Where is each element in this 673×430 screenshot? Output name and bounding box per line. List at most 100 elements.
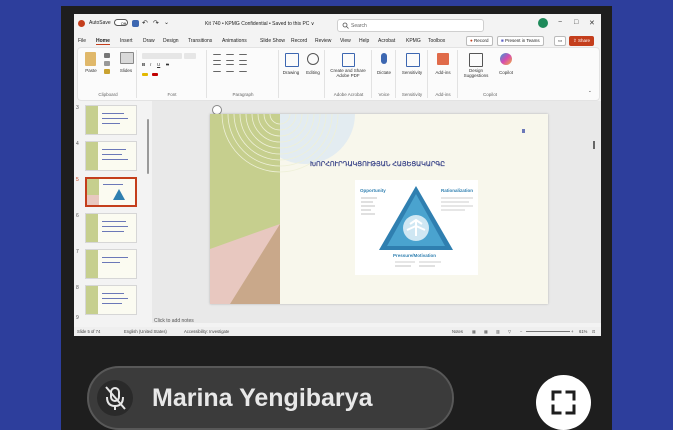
tab-review[interactable]: Review [315, 38, 331, 44]
tab-home[interactable]: Home [96, 38, 110, 45]
tab-record[interactable]: Record [291, 38, 307, 44]
redo-icon[interactable]: ↷ [153, 19, 159, 27]
tab-transitions[interactable]: Transitions [188, 38, 212, 44]
fullscreen-button[interactable] [536, 375, 591, 430]
current-slide[interactable]: ԽՈՐՀՈՒՐԴԱԿՑՈՒԹՅԱՆ ՀԱՅԵՑԱԿԱՐԳԸ Opportunit… [210, 114, 548, 304]
tab-help[interactable]: Help [359, 38, 369, 44]
font-size-box[interactable] [184, 53, 196, 59]
tab-file[interactable]: File [78, 38, 86, 44]
create-pdf-icon[interactable] [342, 53, 355, 67]
align-center-icon[interactable] [226, 64, 234, 72]
strikethrough-icon[interactable]: S [166, 62, 169, 67]
slide-scrollbar[interactable] [593, 141, 595, 149]
participant-name: Marina Yengibarya [152, 384, 373, 412]
shared-screen: AutoSave Off ↶ ↷ ⌄ Kit 740 • KPMG Confid… [74, 14, 601, 336]
comments-button[interactable]: ▭ [554, 36, 567, 46]
drawing-label: Drawing [282, 70, 300, 75]
participant-nameplate: Marina Yengibarya [87, 366, 454, 430]
fit-slide-icon[interactable]: ⊡ [592, 329, 596, 334]
reading-view-icon[interactable]: ▥ [496, 329, 500, 334]
fraud-triangle-diagram: Opportunity Rationalization Pressure/Mot… [355, 180, 478, 275]
status-bar: Slide 5 of 74 English (United States) Ac… [74, 327, 601, 336]
slide-thumbnail[interactable] [85, 249, 137, 279]
addins-icon[interactable] [437, 53, 449, 65]
zoom-slider[interactable] [526, 331, 570, 332]
slide-count: Slide 5 of 74 [77, 329, 101, 334]
paste-icon[interactable] [85, 52, 96, 66]
bullets-icon[interactable] [213, 54, 221, 61]
collapse-ribbon-icon[interactable]: ⌄ [588, 88, 592, 94]
new-slide-icon[interactable] [120, 52, 134, 64]
zoom-level[interactable]: 61% [579, 329, 587, 334]
drawing-icon[interactable] [285, 53, 299, 67]
share-icon: ⇪ [573, 38, 577, 43]
sensitivity-group-label: Sensitivity [401, 92, 423, 97]
format-painter-icon[interactable] [104, 69, 110, 74]
slide-thumbnail[interactable] [85, 285, 137, 315]
normal-view-icon[interactable]: ▦ [472, 329, 476, 334]
undo-icon[interactable]: ↶ [142, 19, 148, 27]
find-icon[interactable] [307, 53, 319, 65]
restore-button[interactable]: □ [574, 19, 578, 26]
accessibility-status[interactable]: Accessibility: Investigate [184, 329, 229, 334]
tab-design[interactable]: Design [163, 38, 179, 44]
tab-acrobat[interactable]: Acrobat [378, 38, 395, 44]
close-button[interactable]: ✕ [589, 19, 595, 27]
bold-icon[interactable]: B [142, 62, 145, 67]
addins-group-label: Add-ins [435, 92, 451, 97]
search-box[interactable]: Search [337, 19, 484, 32]
copilot-icon[interactable] [500, 53, 512, 65]
customize-toolbar-icon[interactable]: ⌄ [164, 19, 169, 26]
tab-draw[interactable]: Draw [143, 38, 155, 44]
zoom-out-icon[interactable]: − [520, 329, 522, 334]
notes-button[interactable]: Notes [452, 329, 463, 334]
autosave-toggle[interactable]: Off [114, 19, 128, 26]
avatar[interactable] [538, 18, 548, 28]
cut-icon[interactable] [104, 53, 110, 58]
slideshow-icon[interactable]: ▽ [508, 329, 511, 334]
copy-icon[interactable] [104, 61, 110, 66]
slide-thumbnail-selected[interactable] [85, 177, 137, 207]
tab-kpmg[interactable]: KPMG [406, 38, 421, 44]
present-in-teams-button[interactable]: ■ Present in Teams [497, 36, 544, 46]
share-button[interactable]: ⇪ Share [569, 36, 595, 46]
numbering-icon[interactable] [226, 54, 234, 61]
slide-title: ԽՈՐՀՈՒՐԴԱԿՑՈՒԹՅԱՆ ՀԱՅԵՑԱԿԱՐԳԸ [310, 161, 446, 168]
tab-toolbox[interactable]: Toolbox [428, 38, 445, 44]
voice-group-label: Voice [378, 92, 390, 97]
autosave-label: AutoSave [89, 20, 111, 26]
slide-thumbnail[interactable] [85, 213, 137, 243]
minimize-button[interactable]: − [558, 19, 562, 26]
font-name-box[interactable] [142, 53, 182, 59]
tab-insert[interactable]: Insert [120, 38, 133, 44]
language[interactable]: English (United States) [124, 329, 167, 334]
thumbnail-number: 6 [76, 213, 79, 219]
highlight-color-icon[interactable] [142, 73, 148, 76]
dictate-icon[interactable] [381, 53, 387, 64]
underline-icon[interactable]: U [157, 62, 160, 67]
notes-placeholder[interactable]: Click to add notes [154, 318, 194, 324]
align-right-icon[interactable] [239, 64, 247, 72]
fraud-triangle-graphic [361, 186, 473, 267]
tab-animations[interactable]: Animations [222, 38, 247, 44]
zoom-in-icon[interactable]: + [571, 329, 573, 334]
paragraph-group-label: Paragraph [232, 92, 254, 97]
align-left-icon[interactable] [213, 64, 221, 72]
record-button[interactable]: ● Record [466, 36, 493, 46]
thumbnail-scrollbar[interactable] [147, 119, 149, 174]
slide-thumbnail[interactable] [85, 141, 137, 171]
slide-sorter-icon[interactable]: ▦ [484, 329, 488, 334]
font-color-icon[interactable] [152, 73, 158, 76]
tab-slide-show[interactable]: Slide Show [260, 38, 285, 44]
mic-off-icon[interactable] [97, 380, 133, 416]
document-title[interactable]: Kit 740 • KPMG Confidential • Saved to t… [205, 21, 314, 27]
sensitivity-icon[interactable] [406, 53, 420, 67]
designer-icon[interactable] [469, 53, 483, 67]
opportunity-label: Opportunity [360, 188, 386, 193]
slide-thumbnails-panel: 3 4 5 6 7 8 9 [74, 101, 144, 321]
tab-view[interactable]: View [340, 38, 351, 44]
indent-icon[interactable] [239, 54, 247, 61]
slide-thumbnail[interactable] [85, 105, 137, 135]
italic-icon[interactable]: I [150, 62, 151, 67]
save-icon[interactable] [132, 20, 139, 27]
